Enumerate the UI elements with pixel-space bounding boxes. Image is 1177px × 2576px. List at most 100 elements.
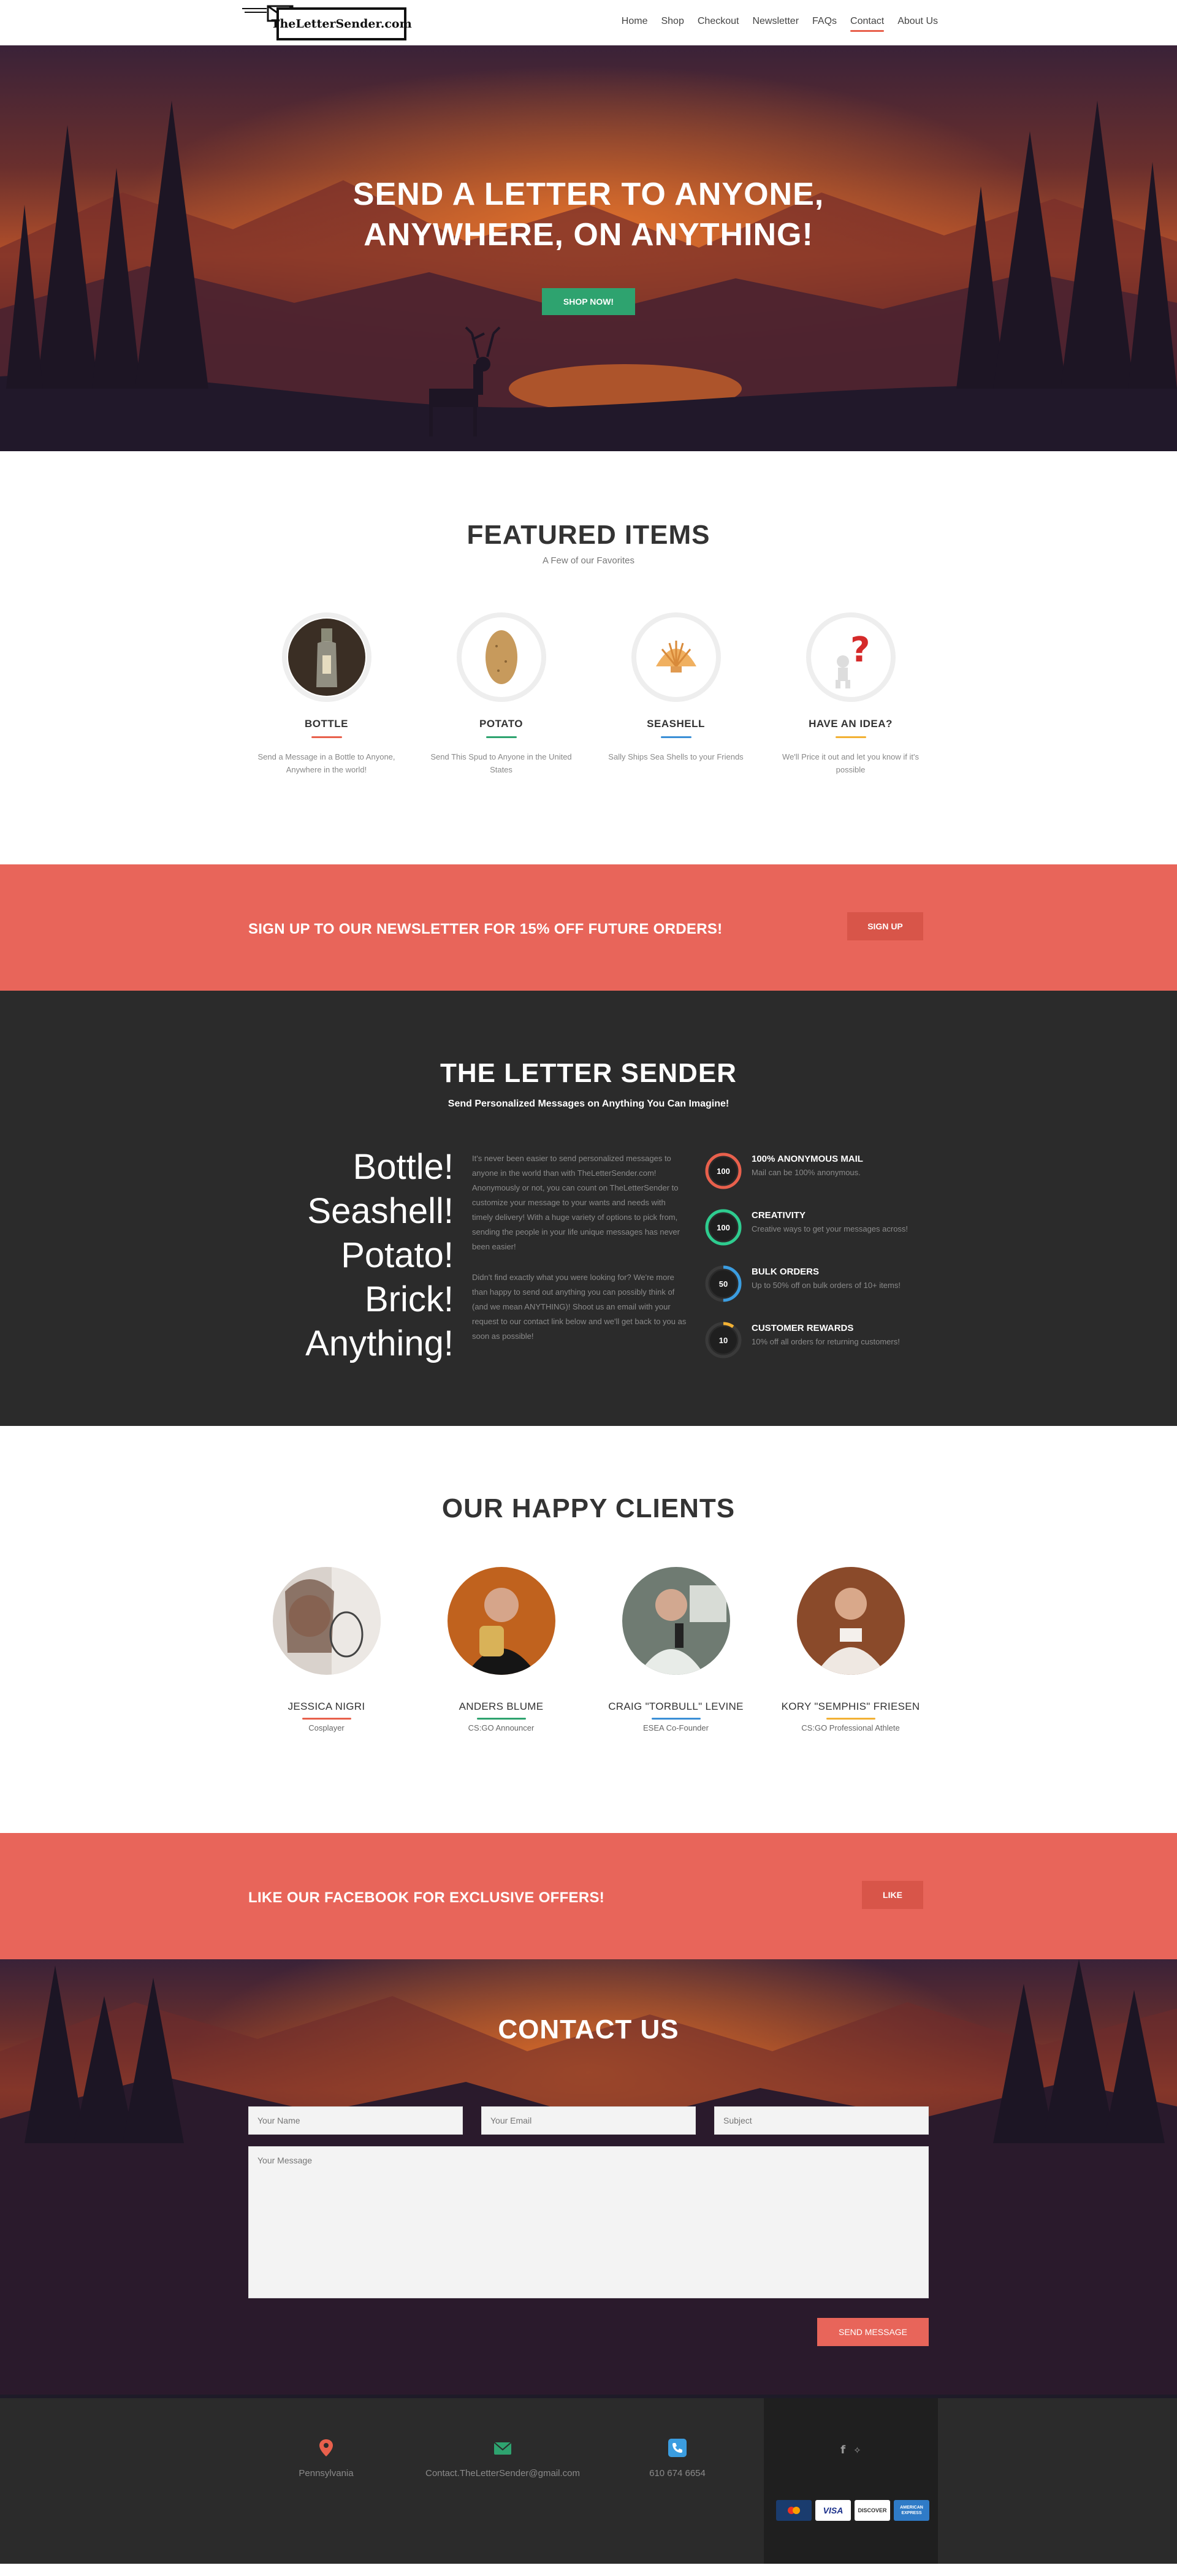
svg-text:?: ? — [850, 630, 870, 670]
social-links: f ✧ — [764, 2444, 938, 2456]
client-card: ANDERS BLUME CS:GO Announcer — [414, 1567, 588, 1732]
stat-creativity: 100 CREATIVITY Creative ways to get your … — [704, 1208, 943, 1264]
hero-title: SEND A LETTER TO ANYONE, ANYWHERE, ON AN… — [0, 174, 1177, 255]
word-seashell: Seashell! — [307, 1191, 454, 1231]
featured-item-underline — [660, 736, 691, 738]
footer-email[interactable]: Contact.TheLetterSender@gmail.com — [417, 2437, 588, 2479]
nav-newsletter[interactable]: Newsletter — [752, 16, 799, 32]
nav-contact[interactable]: Contact — [850, 16, 885, 32]
progress-ring-value: 100 — [717, 1167, 730, 1176]
featured-item-name: POTATO — [479, 718, 523, 730]
featured-item-name: SEASHELL — [647, 718, 705, 730]
footer-location-text: Pennsylvania — [299, 2468, 354, 2479]
site-logo[interactable]: TheLetterSender.com — [242, 5, 412, 42]
nav-checkout[interactable]: Checkout — [698, 16, 739, 32]
featured-item-bottle[interactable]: BOTTLE Send a Message in a Bottle to Any… — [239, 612, 414, 776]
featured-title: FEATURED ITEMS — [467, 520, 710, 550]
hero-title-line2: ANYWHERE, ON ANYTHING! — [364, 217, 813, 253]
nav-faqs[interactable]: FAQs — [812, 16, 837, 32]
contact-section: CONTACT US SEND MESSAGE — [0, 1959, 1177, 2395]
word-potato: Potato! — [341, 1235, 454, 1275]
visa-card: VISA — [815, 2500, 851, 2521]
facebook-banner: LIKE OUR FACEBOOK FOR EXCLUSIVE OFFERS! … — [0, 1833, 1177, 1959]
stat-bulk-orders: 50 BULK ORDERS Up to 50% off on bulk orde… — [704, 1264, 943, 1320]
featured-item-underline — [486, 736, 517, 738]
featured-item-underline — [835, 736, 866, 738]
email-input[interactable] — [481, 2106, 696, 2135]
footer-phone: 610 674 6654 — [619, 2437, 736, 2479]
top-nav: TheLetterSender.com Home Shop Checkout N… — [0, 0, 1177, 45]
seashell-image — [631, 612, 721, 702]
main-menu: Home Shop Checkout Newsletter FAQs Conta… — [622, 16, 938, 32]
newsletter-text: SIGN UP TO OUR NEWSLETTER FOR 15% OFF FU… — [248, 921, 723, 937]
footer-phone-text: 610 674 6654 — [649, 2468, 706, 2479]
client-avatar — [622, 1567, 730, 1675]
like-button[interactable]: LIKE — [862, 1881, 923, 1909]
send-message-button[interactable]: SEND MESSAGE — [817, 2318, 929, 2346]
twitter-icon[interactable]: ✧ — [853, 2445, 861, 2456]
nav-about-us[interactable]: About Us — [897, 16, 938, 32]
message-textarea[interactable] — [248, 2146, 929, 2298]
client-underline — [651, 1718, 701, 1720]
facebook-icon[interactable]: f — [840, 2444, 845, 2456]
footer-email-text: Contact.TheLetterSender@gmail.com — [425, 2468, 580, 2479]
featured-item-idea[interactable]: ? HAVE AN IDEA? We'll Price it out and l… — [763, 612, 938, 776]
contact-title: CONTACT US — [498, 2014, 679, 2044]
logo-wordmark: TheLetterSender.com — [271, 7, 412, 40]
featured-item-desc: We'll Price it out and let you know if i… — [782, 752, 919, 774]
site-footer: Pennsylvania Contact.TheLetterSender@gma… — [0, 2395, 1177, 2564]
stats-list: 100 100% ANONYMOUS MAIL Mail can be 100% … — [704, 1151, 943, 1377]
mastercard-icon — [776, 2500, 812, 2521]
subject-input[interactable] — [714, 2106, 929, 2135]
featured-items-section: FEATURED ITEMS A Few of our Favorites BO… — [0, 451, 1177, 864]
progress-ring: 10 — [705, 1322, 742, 1358]
client-name: KORY "SEMPHIS" FRIESEN — [781, 1701, 920, 1712]
newsletter-banner: SIGN UP TO OUR NEWSLETTER FOR 15% OFF FU… — [0, 864, 1177, 991]
client-name: JESSICA NIGRI — [288, 1701, 365, 1712]
nav-home[interactable]: Home — [622, 16, 648, 32]
client-underline — [302, 1718, 351, 1720]
question-mark-image: ? — [806, 612, 896, 702]
potato-image — [456, 612, 546, 702]
about-description: It's never been easier to send personali… — [472, 1151, 687, 1360]
client-card: JESSICA NIGRI Cosplayer — [239, 1567, 414, 1732]
client-card: KORY "SEMPHIS" FRIESEN CS:GO Professiona… — [763, 1567, 938, 1732]
about-section: THE LETTER SENDER Send Personalized Mess… — [0, 991, 1177, 1426]
client-avatar — [796, 1567, 905, 1675]
featured-item-seashell[interactable]: SEASHELL Sally Ships Sea Shells to your … — [588, 612, 763, 776]
word-brick: Brick! — [365, 1279, 454, 1319]
footer-social-payments: f ✧ VISA DISCOVER AMERICAN EXPRESS — [764, 2398, 938, 2564]
name-input[interactable] — [248, 2106, 463, 2135]
about-paragraph-1: It's never been easier to send personali… — [472, 1154, 680, 1251]
featured-grid: BOTTLE Send a Message in a Bottle to Any… — [0, 612, 1177, 776]
client-role: ESEA Co-Founder — [643, 1723, 709, 1732]
footer-divider — [0, 2395, 1177, 2398]
client-underline — [476, 1718, 526, 1720]
shop-now-button[interactable]: SHOP NOW! — [542, 288, 635, 315]
hero-section: SEND A LETTER TO ANYONE, ANYWHERE, ON AN… — [0, 45, 1177, 451]
sign-up-button[interactable]: SIGN UP — [847, 912, 923, 940]
progress-ring-value: 100 — [717, 1223, 730, 1232]
stat-anonymous: 100 100% ANONYMOUS MAIL Mail can be 100% … — [704, 1151, 943, 1208]
stat-title: CUSTOMER REWARDS — [752, 1323, 854, 1333]
discover-card: DISCOVER — [855, 2500, 890, 2521]
footer-location: Pennsylvania — [265, 2437, 387, 2479]
client-role: Cosplayer — [308, 1723, 345, 1732]
about-paragraph-2: Didn't find exactly what you were lookin… — [472, 1273, 687, 1341]
nav-shop[interactable]: Shop — [661, 16, 684, 32]
client-avatar — [447, 1567, 555, 1675]
stat-desc: Up to 50% off on bulk orders of 10+ item… — [752, 1281, 901, 1290]
rotating-words: Bottle! Seashell! Potato! Brick! Anythin… — [257, 1145, 454, 1366]
amex-card: AMERICAN EXPRESS — [894, 2500, 929, 2521]
stat-title: BULK ORDERS — [752, 1267, 820, 1277]
featured-item-potato[interactable]: POTATO Send This Spud to Anyone in the U… — [414, 612, 588, 776]
progress-ring-value: 10 — [719, 1336, 728, 1345]
client-role: CS:GO Announcer — [468, 1723, 535, 1732]
about-title: THE LETTER SENDER — [440, 1058, 737, 1088]
logo-text: TheLetterSender.com — [271, 17, 412, 31]
clients-title: OUR HAPPY CLIENTS — [441, 1493, 736, 1523]
client-name: ANDERS BLUME — [459, 1701, 544, 1712]
payment-cards: VISA DISCOVER AMERICAN EXPRESS — [776, 2500, 929, 2521]
progress-ring: 50 — [705, 1265, 742, 1302]
progress-ring: 100 — [705, 1153, 742, 1189]
